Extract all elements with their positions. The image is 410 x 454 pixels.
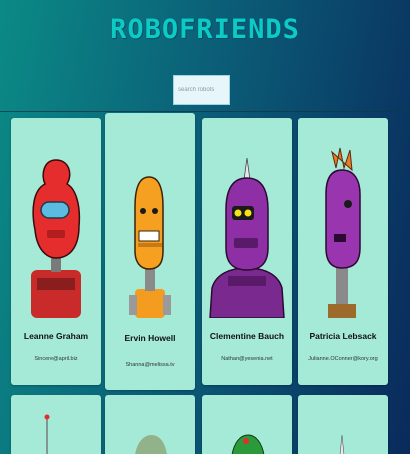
robot-name: Clementine Bauch: [209, 331, 285, 341]
robot-avatar-image: [231, 434, 265, 454]
app-title: ROBOFRIENDS: [110, 14, 300, 45]
robot-name: Ervin Howell: [124, 333, 176, 343]
search-input[interactable]: [173, 75, 230, 105]
robot-name: Leanne Graham: [23, 331, 89, 341]
robot-avatar-image: [31, 159, 81, 318]
robot-email: Sincere@april.biz: [34, 356, 78, 362]
robot-avatar-image: [325, 147, 361, 318]
robot-email: Nathan@yesenia.net: [221, 356, 273, 362]
robot-card[interactable]: [105, 395, 195, 454]
robot-email: Shanna@melissa.tv: [125, 362, 175, 368]
robot-card[interactable]: Leanne Graham Sincere@april.biz: [11, 118, 101, 385]
robot-avatar-image: [135, 435, 167, 454]
robot-card[interactable]: Patricia Lebsack Julianne.OConner@kory.o…: [298, 118, 388, 385]
robot-card[interactable]: [298, 395, 388, 454]
header-divider: [0, 111, 410, 112]
robot-card[interactable]: Clementine Bauch Nathan@yesenia.net: [202, 118, 292, 385]
robot-avatar-image: [44, 414, 50, 454]
robot-card[interactable]: [11, 395, 101, 454]
robot-avatar-image: [209, 157, 285, 318]
robot-name: Patricia Lebsack: [309, 331, 377, 341]
robot-avatar-image: [129, 176, 171, 318]
robot-avatar-image: [339, 434, 345, 454]
robot-card[interactable]: Ervin Howell Shanna@melissa.tv: [105, 113, 195, 390]
robot-email: Julianne.OConner@kory.org: [308, 356, 378, 362]
robot-card[interactable]: [202, 395, 292, 454]
